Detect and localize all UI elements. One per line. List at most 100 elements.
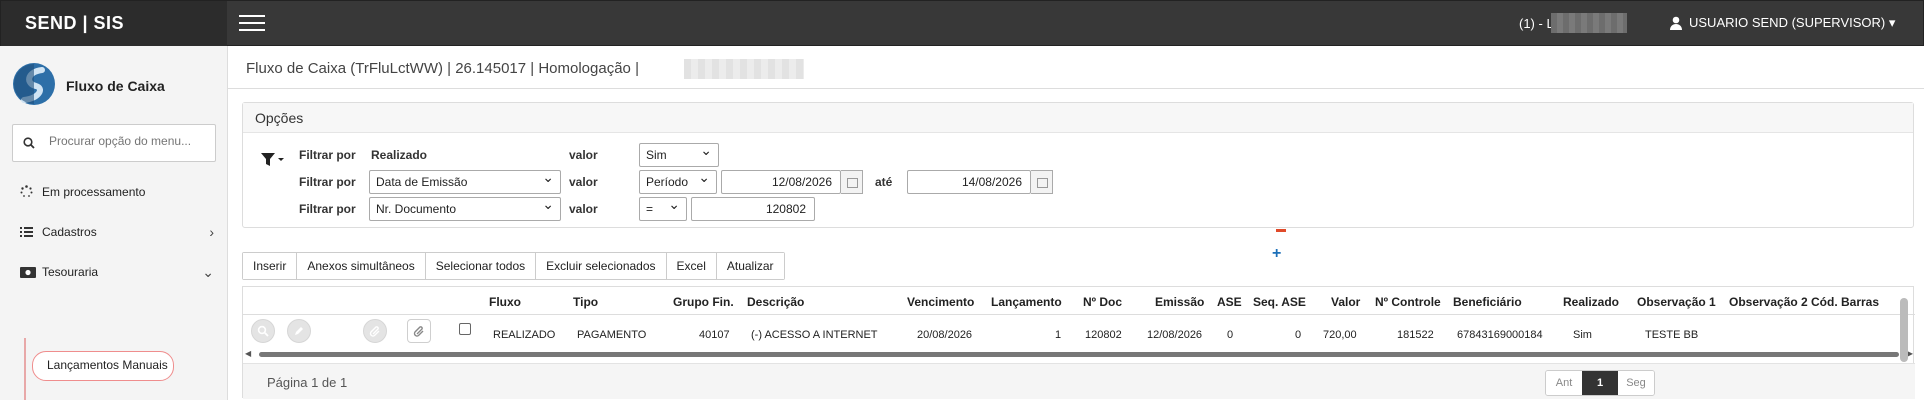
calendar-icon[interactable] bbox=[1031, 170, 1053, 194]
col-realizado[interactable]: Realizado bbox=[1563, 295, 1619, 309]
col-descricao[interactable]: Descrição bbox=[747, 295, 804, 309]
col-n-controle[interactable]: Nº Controle bbox=[1375, 295, 1441, 309]
filter-row-nr-documento: Filtrar por Nr. Documento valor = 120802 bbox=[243, 193, 1843, 221]
col-beneficiario[interactable]: Beneficiário bbox=[1453, 295, 1522, 309]
col-emissao[interactable]: Emissão bbox=[1155, 295, 1204, 309]
cell-observacao-1: TESTE BB bbox=[1645, 329, 1699, 341]
cell-seq-ase: 0 bbox=[1295, 329, 1302, 341]
sidebar-item-em-processamento[interactable]: Em processamento bbox=[0, 172, 228, 212]
horizontal-scrollbar[interactable]: ◀ ▶ bbox=[245, 349, 1913, 359]
cell-n-controle: 181522 bbox=[1397, 329, 1434, 341]
menu-search[interactable] bbox=[12, 124, 216, 162]
date-from-input[interactable]: 12/08/2026 bbox=[721, 170, 841, 194]
atualizar-button[interactable]: Atualizar bbox=[716, 253, 784, 279]
cell-descricao: (-) ACESSO A INTERNET bbox=[751, 329, 878, 341]
row-attachments-button[interactable] bbox=[407, 319, 431, 343]
paperclip-icon bbox=[413, 326, 424, 337]
spinner-icon bbox=[20, 174, 38, 214]
cell-lancamento: 1 bbox=[1055, 329, 1062, 341]
date-to-input[interactable]: 14/08/2026 bbox=[907, 170, 1031, 194]
toolbar: Inserir Anexos simultâneos Selecionar to… bbox=[242, 252, 785, 280]
page-1-button[interactable]: 1 bbox=[1582, 371, 1618, 395]
chevron-right-icon: › bbox=[209, 224, 214, 240]
filter-field-select[interactable]: Nr. Documento bbox=[369, 193, 561, 221]
sidebar-item-cadastros[interactable]: Cadastros › bbox=[0, 212, 228, 252]
row-edit-button[interactable] bbox=[287, 319, 311, 343]
filter-row-realizado: Filtrar por Realizado valor Sim bbox=[243, 139, 1843, 167]
row-view-button[interactable] bbox=[251, 319, 275, 343]
paperclip-icon bbox=[369, 326, 380, 337]
col-n-doc[interactable]: Nº Doc bbox=[1083, 295, 1122, 309]
data-grid: Fluxo Tipo Grupo Fin. Descrição Vencimen… bbox=[242, 286, 1915, 399]
divider bbox=[228, 88, 1924, 89]
company-selector[interactable]: (1) - L bbox=[1519, 16, 1554, 31]
col-ase[interactable]: ASE bbox=[1217, 295, 1242, 309]
row-attach-button[interactable] bbox=[363, 319, 387, 343]
hamburger-menu-icon[interactable] bbox=[239, 15, 265, 33]
brand-logo[interactable]: SEND | SIS bbox=[1, 1, 227, 47]
realizado-value-select[interactable]: Sim bbox=[639, 139, 719, 167]
filter-field-realizado: Realizado bbox=[371, 148, 428, 162]
filter-field-select[interactable]: Data de Emissão bbox=[369, 166, 561, 194]
menu-search-input[interactable] bbox=[49, 134, 209, 148]
col-cod-barras[interactable]: Cód. Barras bbox=[1811, 295, 1879, 309]
module-header: Fluxo de Caixa bbox=[10, 56, 216, 106]
module-logo-icon bbox=[13, 63, 55, 105]
col-observacao-1[interactable]: Observação 1 bbox=[1637, 295, 1716, 309]
user-icon bbox=[1669, 16, 1683, 33]
sidebar-item-lancamentos-manuais[interactable]: Lançamentos Manuais bbox=[32, 351, 174, 381]
excluir-selecionados-button[interactable]: Excluir selecionados bbox=[536, 253, 667, 279]
pagination: Ant 1 Seg bbox=[1545, 370, 1655, 396]
options-title: Opções bbox=[243, 103, 1913, 133]
sidebar-item-tesouraria[interactable]: Tesouraria ⌄ bbox=[0, 252, 228, 292]
col-observacao-2[interactable]: Observação 2 bbox=[1729, 295, 1808, 309]
row-select-checkbox[interactable] bbox=[459, 323, 471, 335]
sidebar: Fluxo de Caixa Em processamento Cadastro… bbox=[0, 46, 228, 400]
col-lancamento[interactable]: Lançamento bbox=[991, 295, 1062, 309]
col-fluxo[interactable]: Fluxo bbox=[489, 295, 521, 309]
money-icon bbox=[20, 254, 38, 294]
search-icon bbox=[257, 325, 269, 337]
period-operator-select[interactable]: Período bbox=[639, 166, 717, 194]
submenu-line bbox=[24, 338, 26, 400]
col-grupo-fin[interactable]: Grupo Fin. bbox=[673, 295, 734, 309]
vertical-scrollbar[interactable] bbox=[1900, 298, 1908, 362]
cell-beneficiario: 67843169000184 bbox=[1457, 329, 1543, 341]
cell-n-doc: 120802 bbox=[1085, 329, 1122, 341]
col-seq-ase[interactable]: Seq. ASE bbox=[1253, 295, 1306, 309]
calendar-icon[interactable] bbox=[841, 170, 863, 194]
anexos-simultaneos-button[interactable]: Anexos simultâneos bbox=[297, 253, 426, 279]
prev-page-button[interactable]: Ant bbox=[1546, 371, 1582, 395]
scrollbar-thumb[interactable] bbox=[259, 352, 1899, 357]
module-title: Fluxo de Caixa bbox=[66, 78, 165, 94]
inserir-button[interactable]: Inserir bbox=[243, 253, 298, 279]
equals-operator-select[interactable]: = bbox=[639, 193, 687, 221]
options-panel: Opções Filtrar por Realizado valor Sim F… bbox=[242, 102, 1914, 228]
grid-header: Fluxo Tipo Grupo Fin. Descrição Vencimen… bbox=[243, 287, 1915, 315]
scroll-left-icon[interactable]: ◀ bbox=[245, 349, 251, 358]
col-tipo[interactable]: Tipo bbox=[573, 295, 598, 309]
cell-ase: 0 bbox=[1227, 329, 1234, 341]
user-menu[interactable]: USUARIO SEND (SUPERVISOR) ▾ bbox=[1669, 15, 1895, 33]
selecionar-todos-button[interactable]: Selecionar todos bbox=[425, 253, 537, 279]
document-number-input[interactable]: 120802 bbox=[691, 197, 815, 221]
pager-bar: Página 1 de 1 Ant 1 Seg bbox=[243, 363, 1915, 399]
breadcrumb-redacted bbox=[684, 59, 804, 79]
remove-filter-icon[interactable] bbox=[1276, 229, 1286, 232]
col-vencimento[interactable]: Vencimento bbox=[907, 295, 974, 309]
excel-button[interactable]: Excel bbox=[666, 253, 717, 279]
col-valor[interactable]: Valor bbox=[1331, 295, 1360, 309]
next-page-button[interactable]: Seg bbox=[1618, 371, 1654, 395]
cell-fluxo: REALIZADO bbox=[493, 329, 556, 341]
caret-down-icon: ▾ bbox=[1885, 15, 1896, 30]
main-content: Fluxo de Caixa (TrFluLctWW) | 26.145017 … bbox=[228, 46, 1924, 400]
chevron-down-icon: ⌄ bbox=[202, 264, 214, 280]
pencil-icon bbox=[295, 327, 303, 335]
cell-realizado: Sim bbox=[1573, 329, 1592, 341]
cell-valor: 720,00 bbox=[1323, 329, 1357, 341]
top-bar: SEND | SIS (1) - L USUARIO SEND (SUPERVI… bbox=[0, 0, 1924, 47]
page-info: Página 1 de 1 bbox=[267, 375, 348, 390]
company-name-redacted bbox=[1551, 13, 1627, 33]
cell-vencimento: 20/08/2026 bbox=[917, 329, 973, 341]
add-filter-icon[interactable]: + bbox=[1272, 245, 1281, 263]
